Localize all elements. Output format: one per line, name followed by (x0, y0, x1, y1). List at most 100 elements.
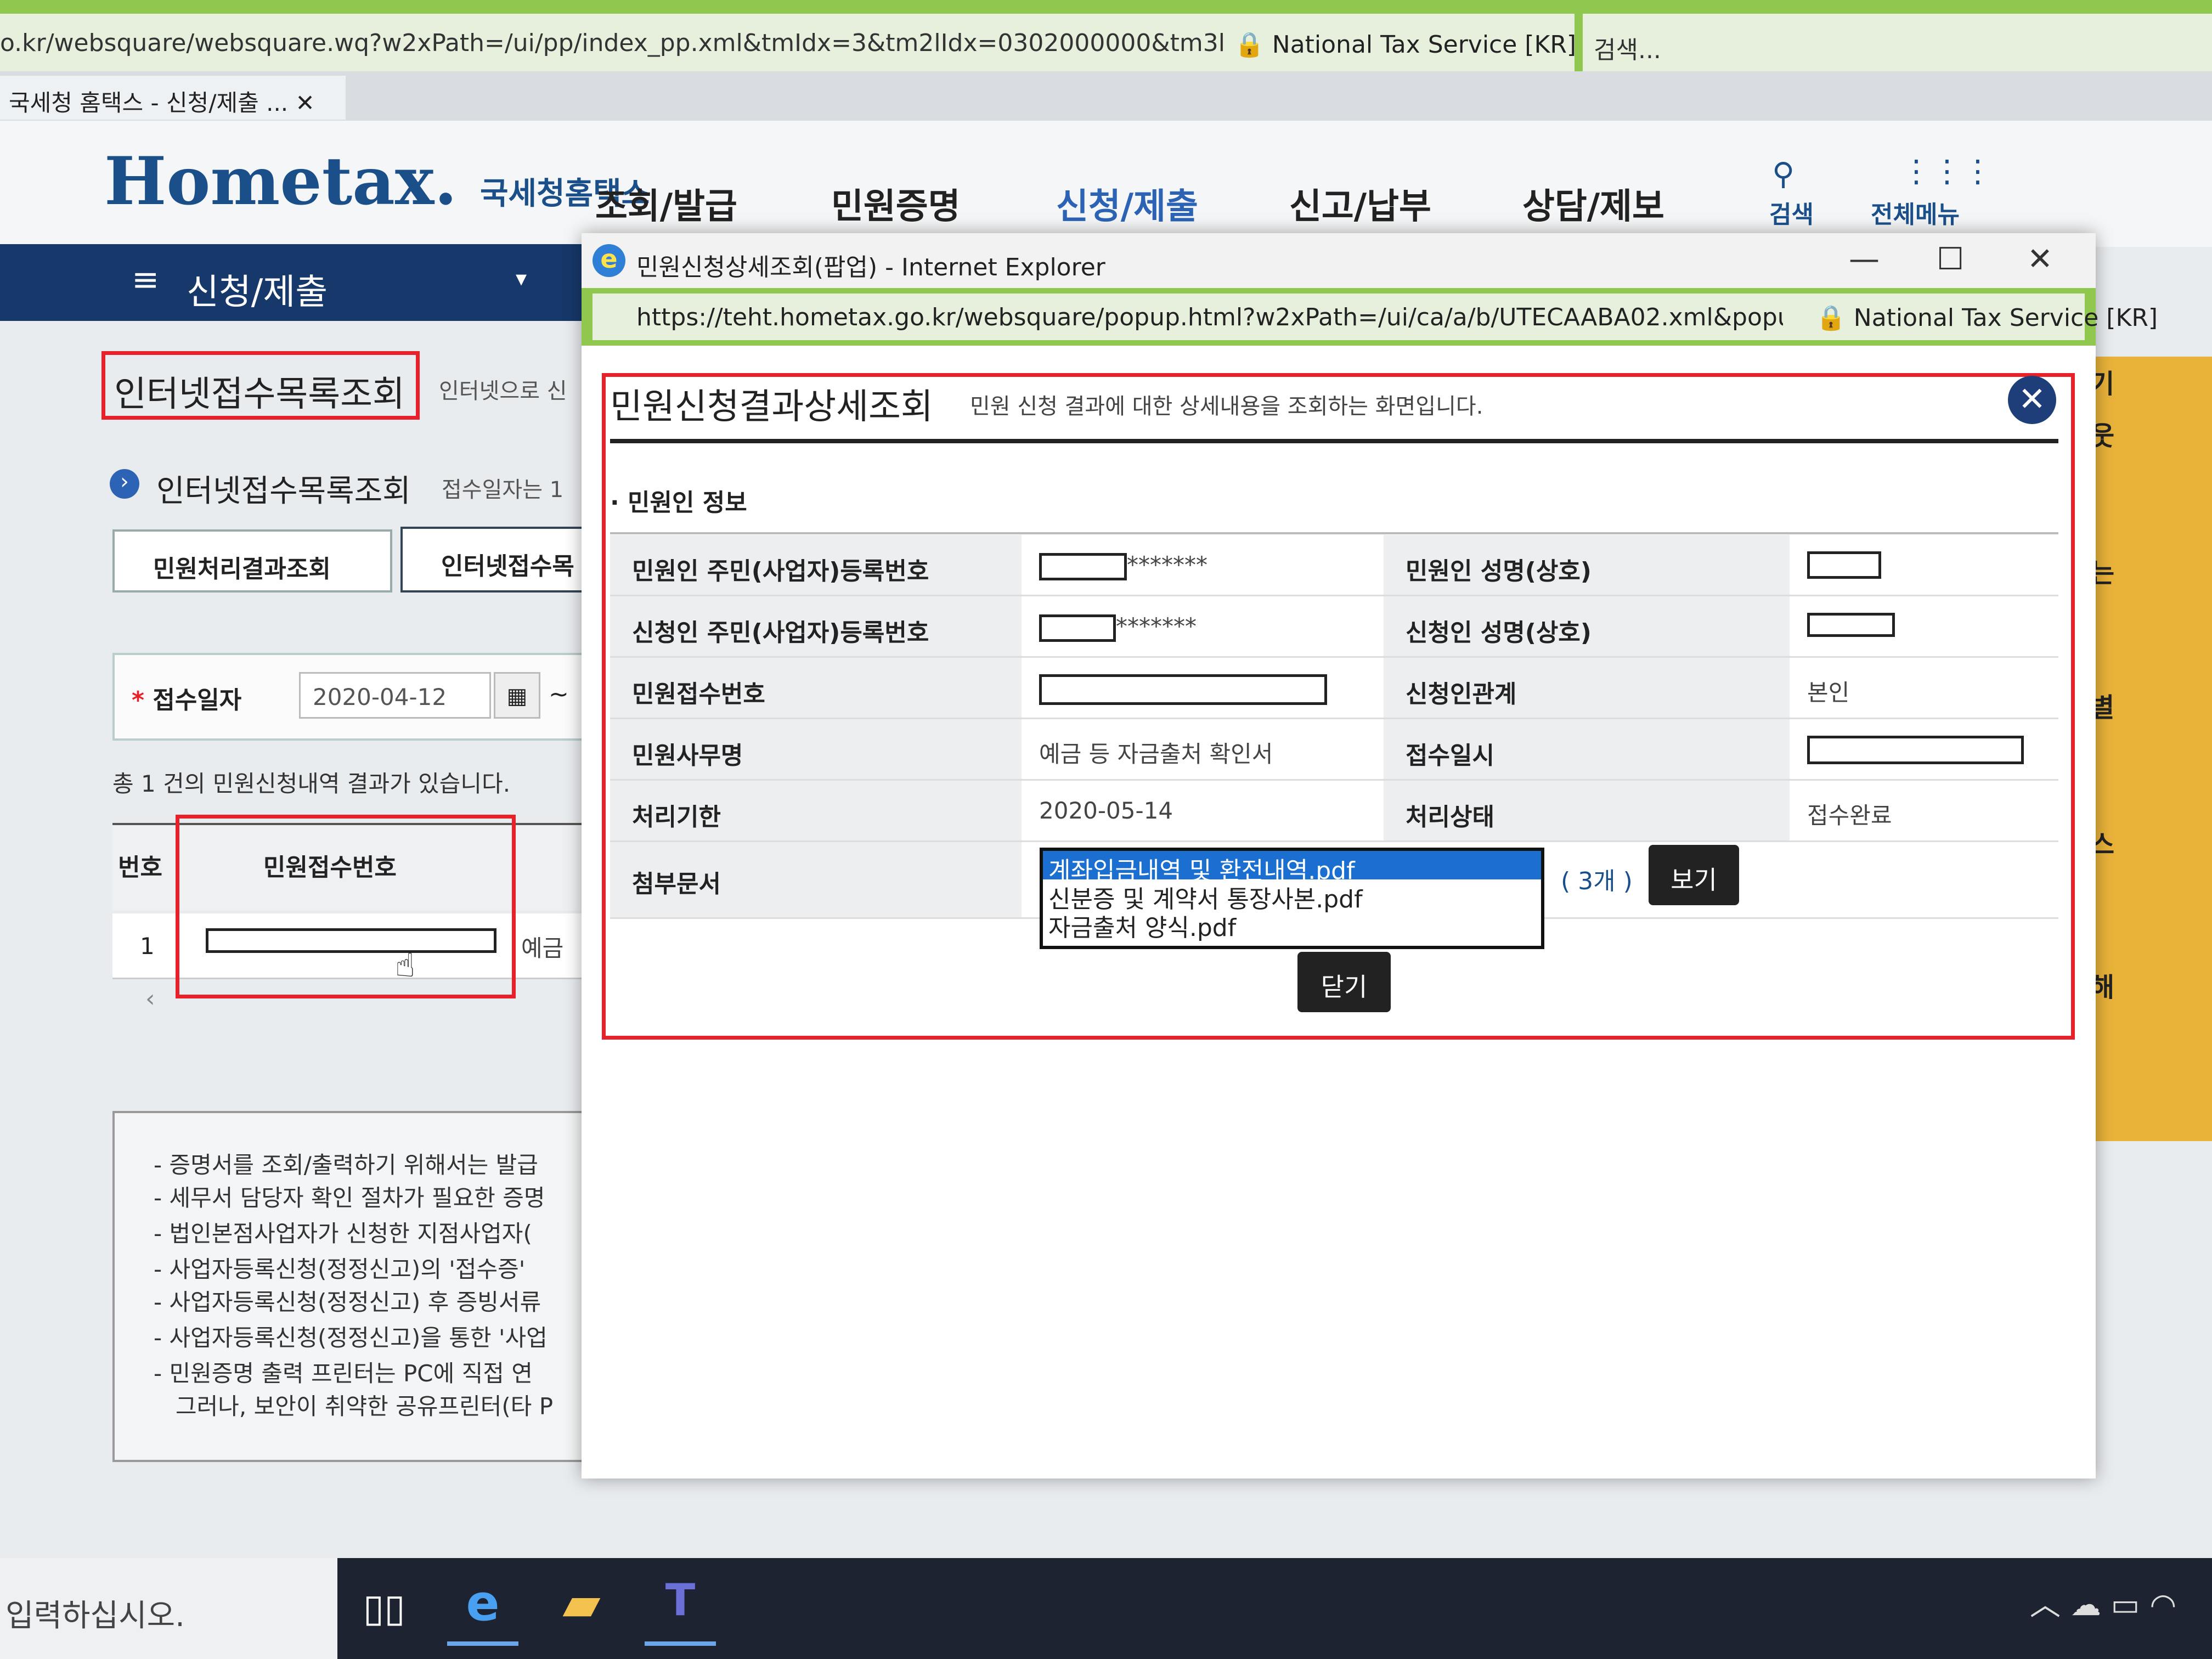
tray-chevron-icon[interactable]: ︿ (2030, 1587, 2061, 1623)
dropdown-caret-icon[interactable]: ▾ (516, 266, 527, 291)
date-input[interactable]: 2020-04-12 (299, 672, 491, 719)
value-status: 접수완료 (1790, 781, 2058, 842)
close-window-icon[interactable]: ✕ (2027, 241, 2053, 277)
section-bullet-icon: › (110, 469, 139, 499)
notice-line: - 사업자등록신청(정정신고)을 통한 '사업 (154, 1324, 548, 1351)
section-header: · 민원인 정보 (610, 489, 747, 517)
nav-apply[interactable]: 신청/제출 (1056, 178, 1198, 229)
value-requester-id: ******* (1022, 596, 1384, 658)
redacted-field (1807, 736, 2024, 764)
view-button[interactable]: 보기 (1649, 845, 1739, 905)
url-field[interactable]: o.kr/websquare/websquare.wq?w2xPath=/ui/… (0, 14, 1223, 74)
result-count: 총 1 건의 민원신청내역 결과가 있습니다. (112, 770, 511, 797)
ie-icon: e (592, 244, 625, 277)
system-tray[interactable]: ︿ ☁ ▭ ◠ (2030, 1580, 2176, 1624)
page-title: 인터넷접수목록조회 (101, 351, 420, 420)
all-menu-label[interactable]: 전체메뉴 (1871, 195, 1960, 230)
label-attachments: 첨부문서 (610, 842, 1022, 919)
label-received-at: 접수일시 (1384, 719, 1790, 781)
info-header-text: 민원인 정보 (628, 489, 747, 517)
redacted-field (1807, 613, 1895, 637)
list-item[interactable]: 신분증 및 계약서 통장사본.pdf (1043, 879, 1541, 913)
popup-url-field[interactable]: https://teht.hometax.go.kr/websquare/pop… (592, 294, 1783, 340)
column-header-number: 번호 (118, 854, 162, 882)
filter-label-text: 접수일자 (153, 686, 242, 714)
value-received-at (1790, 719, 2058, 781)
wifi-icon[interactable]: ◠ (2149, 1587, 2176, 1623)
battery-icon[interactable]: ▭ (2111, 1587, 2140, 1623)
row-number: 1 (140, 933, 155, 960)
taskbar-search[interactable]: 입력하십시오. (0, 1558, 337, 1659)
search-label[interactable]: 검색 (1769, 195, 1814, 230)
redacted-field (1039, 614, 1116, 642)
tab-close-icon[interactable]: ✕ (296, 89, 315, 116)
nav-report-pay[interactable]: 신고/납부 (1289, 178, 1431, 229)
tab-internet-receipt[interactable]: 인터넷접수목 (400, 527, 598, 592)
search-icon[interactable]: ⚲ (1772, 156, 1795, 192)
popup-site-identity[interactable]: 🔒 National Tax Service [KR] (1783, 294, 2158, 340)
calendar-icon[interactable]: ▦ (494, 672, 540, 719)
nav-consult[interactable]: 상담/제보 (1522, 178, 1664, 229)
value-applicant-name (1790, 535, 2058, 596)
browser-search-box[interactable]: 검색... (1583, 14, 2212, 74)
notice-line: - 증명서를 조회/출력하기 위해서는 발급 (154, 1152, 538, 1178)
attachment-listbox[interactable]: 계좌입금내역 및 환전내역.pdf 신분증 및 계약서 통장사본.pdf 자금출… (1040, 848, 1544, 949)
detail-title: 민원신청결과상세조회 (610, 387, 933, 427)
section-title: 인터넷접수목록조회 (156, 473, 411, 509)
label-applicant-name: 민원인 성명(상호) (1384, 535, 1790, 596)
filter-label: * 접수일자 (132, 686, 242, 714)
browser-tab[interactable]: 국세청 홈택스 - 신청/제출 ... ✕ (0, 76, 346, 120)
tab-result-inquiry[interactable]: 민원처리결과조회 (112, 529, 392, 592)
row-service-name: 예금 (521, 935, 564, 962)
label-receipt-no: 민원접수번호 (610, 658, 1022, 719)
value-applicant-id: ******* (1022, 535, 1384, 596)
value-relation: 본인 (1790, 658, 2058, 719)
detail-description: 민원 신청 결과에 대한 상세내용을 조회하는 화면입니다. (970, 394, 1483, 419)
masked-digits: ******* (1116, 613, 1197, 640)
teams-icon[interactable]: T (645, 1575, 716, 1646)
redacted-field (1039, 674, 1327, 705)
list-item[interactable]: 계좌입금내역 및 환전내역.pdf (1043, 851, 1541, 885)
redacted-field (1039, 552, 1127, 580)
masked-digits: ******* (1127, 551, 1207, 578)
attachment-count: ( 3개 ) (1561, 867, 1633, 895)
site-identity[interactable]: 🔒 National Tax Service [KR] ↻ (1223, 14, 1604, 74)
grid-icon[interactable]: ⋮⋮⋮ (1901, 154, 1993, 189)
title-divider (610, 439, 2058, 443)
label-service-name: 민원사무명 (610, 719, 1022, 781)
maximize-icon[interactable]: ☐ (1937, 241, 1964, 277)
label-relation: 신청인관계 (1384, 658, 1790, 719)
scroll-left-icon[interactable]: ‹ (145, 985, 155, 1013)
tab-title: 국세청 홈택스 - 신청/제출 ... (9, 89, 289, 116)
popup-site-identity-text: National Tax Service [KR] (1853, 304, 2158, 332)
menu-bar[interactable]: ≡ 신청/제출 ▾ (0, 244, 582, 321)
hamburger-icon[interactable]: ≡ (132, 261, 159, 299)
side-banner (2090, 357, 2212, 1141)
nav-certificate[interactable]: 민원증명 (831, 178, 961, 229)
label-deadline: 처리기한 (610, 781, 1022, 842)
label-applicant-id: 민원인 주민(사업자)등록번호 (610, 535, 1022, 596)
nav-inquiry[interactable]: 조회/발급 (595, 178, 737, 229)
notice-line: - 사업자등록신청(정정신고)의 '접수증' (154, 1256, 526, 1283)
value-receipt-no (1022, 658, 1384, 719)
redacted-field (1807, 551, 1881, 579)
value-service-name: 예금 등 자금출처 확인서 (1022, 719, 1384, 781)
label-status: 처리상태 (1384, 781, 1790, 842)
label-requester-id: 신청인 주민(사업자)등록번호 (610, 596, 1022, 658)
notice-line: - 사업자등록신청(정정신고) 후 증빙서류 (154, 1289, 541, 1316)
cloud-icon[interactable]: ☁ (2070, 1587, 2101, 1623)
file-explorer-icon[interactable]: ▰ (546, 1575, 617, 1646)
label-requester-name: 신청인 성명(상호) (1384, 596, 1790, 658)
task-view-icon[interactable]: ▯▯ (348, 1575, 420, 1646)
close-button[interactable]: 닫기 (1297, 952, 1391, 1012)
internet-explorer-icon[interactable]: e (447, 1575, 518, 1646)
hometax-logo[interactable]: Hometax. 국세청홈택스 (104, 143, 650, 220)
notice-line: 그러나, 보안이 취약한 공유프린터(타 P (176, 1393, 554, 1420)
section-note: 접수일자는 1 (442, 477, 564, 503)
logo-text: Hometax. (104, 143, 458, 220)
close-icon[interactable]: ✕ (2008, 376, 2056, 424)
value-requester-name (1790, 596, 2058, 658)
minimize-icon[interactable]: — (1849, 241, 1880, 277)
page-subtitle: 인터넷으로 신 (439, 379, 567, 404)
date-range-separator: ~ (549, 680, 569, 708)
